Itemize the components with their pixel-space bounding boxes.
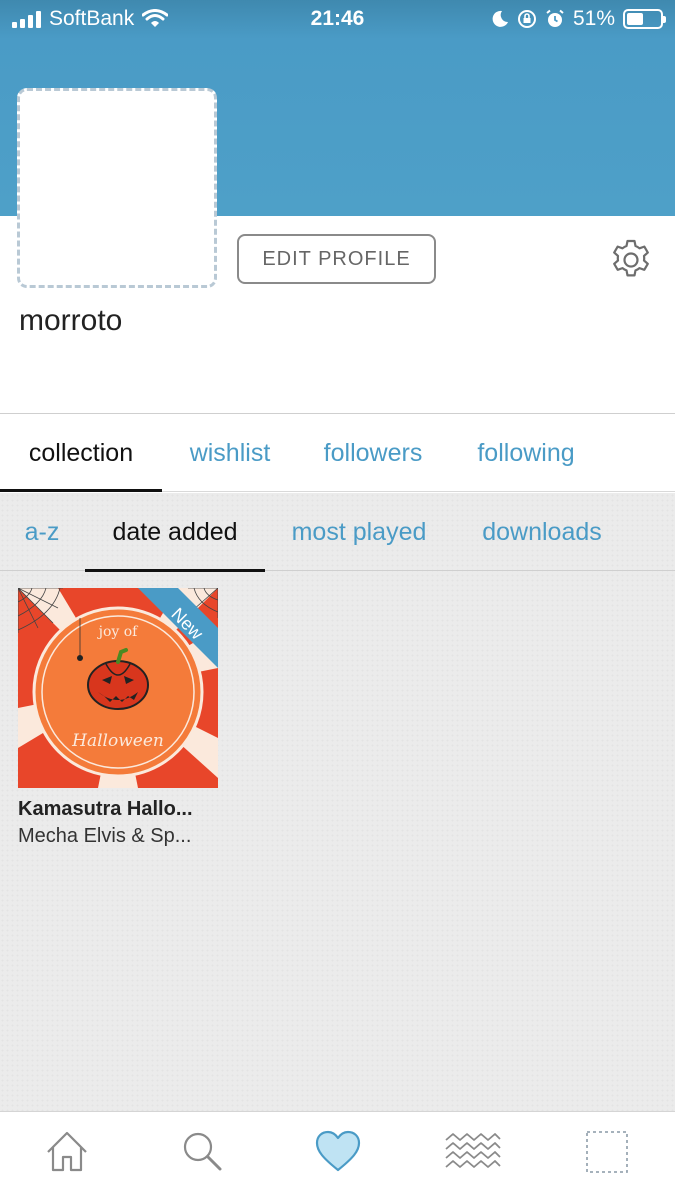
collection-content: a-z date added most played downloads joy…: [0, 493, 675, 1111]
edit-profile-button[interactable]: EDIT PROFILE: [237, 234, 436, 284]
rotation-lock-icon: [517, 10, 536, 28]
tab-followers[interactable]: followers: [306, 414, 440, 492]
gear-icon[interactable]: [608, 237, 654, 283]
alarm-icon: [546, 9, 564, 27]
tab-following[interactable]: following: [460, 414, 592, 492]
heart-icon[interactable]: [313, 1126, 363, 1176]
album-art-text-top: joy of: [97, 624, 140, 640]
avatar[interactable]: [17, 88, 217, 288]
search-icon[interactable]: [177, 1126, 227, 1176]
sort-tab-date-added[interactable]: date added: [85, 493, 265, 572]
profile-placeholder-icon[interactable]: [585, 1130, 629, 1174]
username: morroto: [19, 304, 123, 337]
tab-collection[interactable]: collection: [0, 414, 162, 492]
sort-tab-most-played[interactable]: most played: [276, 493, 442, 571]
status-bar: SoftBank 21:46 51%: [0, 0, 675, 38]
home-icon[interactable]: [42, 1126, 92, 1176]
bottom-nav: [0, 1111, 675, 1200]
sort-tab-downloads[interactable]: downloads: [466, 493, 618, 571]
battery-icon: [623, 9, 666, 29]
do-not-disturb-moon-icon: [492, 10, 508, 27]
feed-waves-icon[interactable]: [444, 1126, 502, 1176]
tab-wishlist[interactable]: wishlist: [172, 414, 288, 492]
album-card[interactable]: joy of Halloween New Kamasutra Hallo... …: [18, 588, 218, 848]
status-right: 51%: [491, 7, 666, 31]
album-art-text-bottom: Halloween: [71, 731, 164, 751]
battery-percent: 51%: [572, 7, 615, 30]
sort-tabs: a-z date added most played downloads: [0, 493, 675, 572]
sort-tab-a-z[interactable]: a-z: [10, 493, 74, 571]
profile-tabs: collection wishlist followers following: [0, 414, 675, 492]
album-cover[interactable]: joy of Halloween New: [18, 588, 218, 788]
album-title[interactable]: Kamasutra Hallo...: [18, 798, 218, 821]
album-artist[interactable]: Mecha Elvis & Sp...: [18, 825, 218, 848]
